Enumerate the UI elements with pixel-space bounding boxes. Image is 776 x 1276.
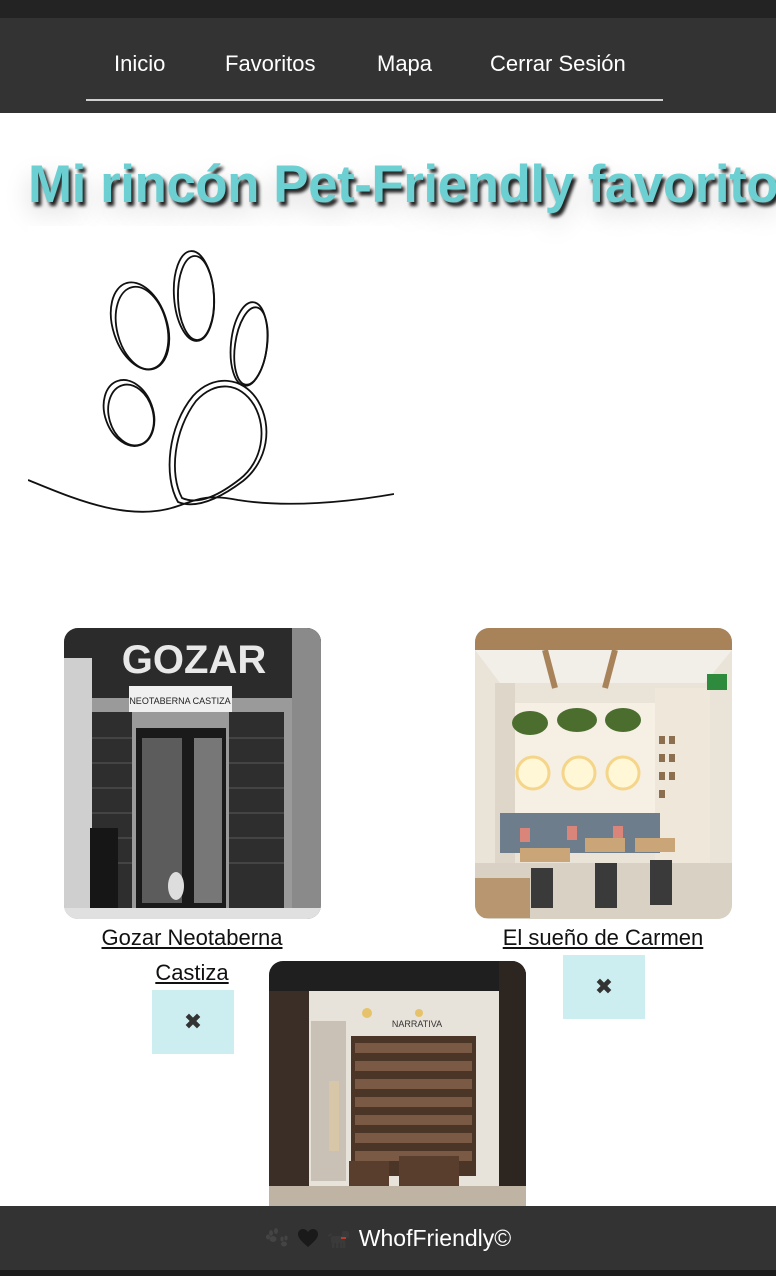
dog-icon: [327, 1227, 351, 1249]
footer: WhofFriendly©: [0, 1206, 776, 1270]
place-image-bookstore[interactable]: NARRATIVA: [269, 961, 526, 1221]
footer-copyright: WhofFriendly©: [358, 1224, 512, 1251]
close-icon: ✖: [594, 974, 614, 999]
place-image-gozar[interactable]: GOZAR NEOTABERNA CASTIZA: [64, 628, 321, 919]
paw-illustration: [27, 226, 395, 526]
navbar: Inicio Favoritos Mapa Cerrar Sesión: [0, 18, 776, 113]
place-image-el-sueno-de-carmen[interactable]: [475, 628, 732, 919]
storefront-sign: GOZAR: [122, 638, 267, 682]
cafe-interior-photo: [475, 628, 732, 919]
nav-link-cerrar-sesion[interactable]: Cerrar Sesión: [490, 51, 626, 77]
footer-content: WhofFriendly©: [265, 1225, 511, 1252]
paw-print-icon: [27, 250, 395, 513]
storefront-photo: GOZAR NEOTABERNA CASTIZA: [64, 628, 321, 919]
place-link-el-sueno-de-carmen[interactable]: El sueño de Carmen: [487, 920, 719, 955]
nav-link-mapa[interactable]: Mapa: [377, 51, 432, 77]
bookstore-sign: NARRATIVA: [392, 1019, 442, 1029]
black-heart-icon: [297, 1228, 319, 1248]
page-title: Mi rincón Pet-Friendly favorito: [28, 155, 776, 214]
remove-favorite-button-el-sueno-de-carmen[interactable]: ✖: [563, 955, 645, 1019]
nav-underline: [86, 99, 663, 101]
paw-prints-icon: [265, 1227, 289, 1249]
bookstore-photo: NARRATIVA: [269, 961, 526, 1221]
top-strip: [0, 0, 776, 18]
nav-link-favoritos[interactable]: Favoritos: [225, 51, 315, 77]
bottom-strip: [0, 1270, 776, 1276]
place-link-gozar[interactable]: Gozar Neotaberna Castiza: [86, 920, 298, 990]
nav-link-inicio[interactable]: Inicio: [114, 51, 165, 77]
storefront-subsign: NEOTABERNA CASTIZA: [129, 696, 230, 706]
close-icon: ✖: [183, 1009, 203, 1034]
remove-favorite-button-gozar[interactable]: ✖: [152, 990, 234, 1054]
